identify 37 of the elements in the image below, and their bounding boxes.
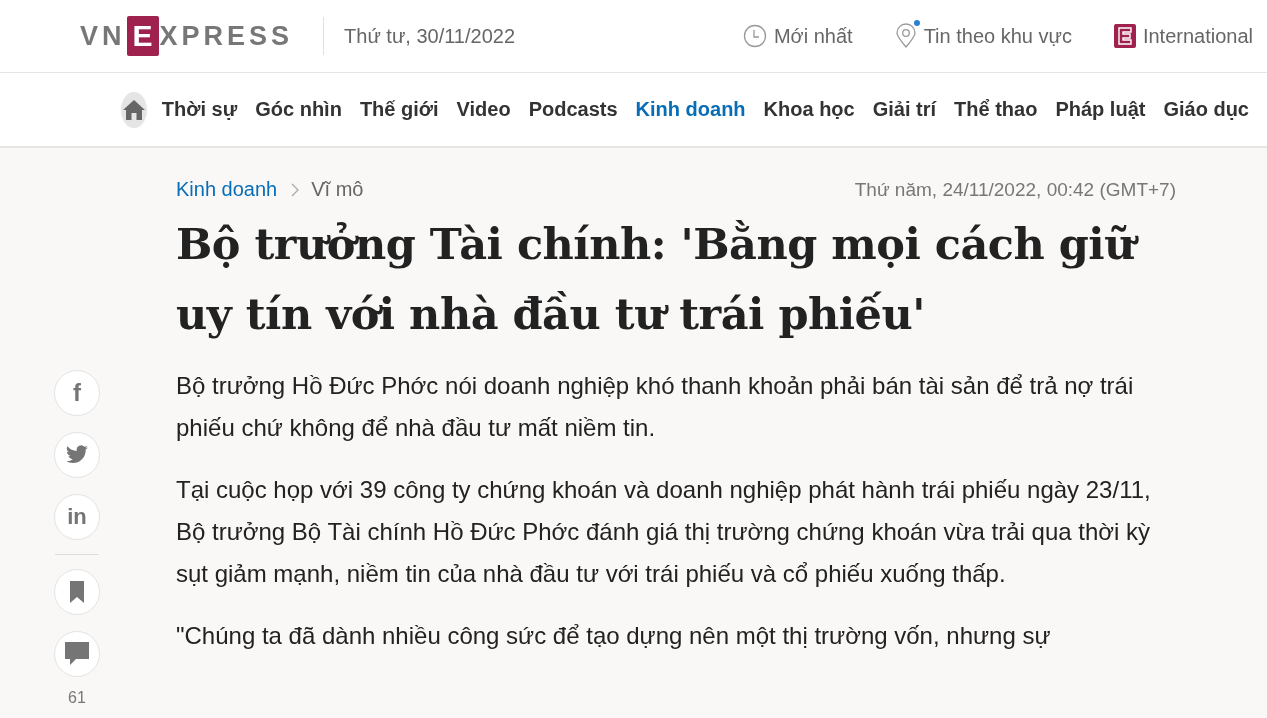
header-link[interactable]: International xyxy=(1109,18,1257,54)
brand-icon xyxy=(1113,24,1136,48)
bookmark-button[interactable] xyxy=(54,569,100,615)
nav-item[interactable]: Podcasts xyxy=(528,98,618,121)
clock-icon xyxy=(742,24,767,48)
bird-icon xyxy=(65,445,89,465)
header-link[interactable]: Mới nhất xyxy=(738,18,857,54)
nav-item[interactable]: Giải trí xyxy=(872,98,937,121)
location-pin-icon xyxy=(894,23,917,49)
linkedin-share-button[interactable]: in xyxy=(54,494,100,540)
home-icon[interactable] xyxy=(121,91,147,128)
article-title: Bộ trưởng Tài chính: 'Bằng mọi cách giữ uy tín với nhà đầu tư trái phiếu' xyxy=(176,209,1166,349)
twitter-share-button[interactable] xyxy=(54,432,100,478)
facebook-share-button[interactable]: f xyxy=(54,370,100,416)
nav-item[interactable]: Thế giới xyxy=(359,98,439,121)
nav-item[interactable]: Video xyxy=(456,98,511,121)
nav-item[interactable]: Giáo dục xyxy=(1163,98,1249,121)
publish-time: Thứ năm, 24/11/2022, 00:42 (GMT+7) xyxy=(854,178,1176,201)
speech-bubble-icon xyxy=(65,642,89,666)
article-paragraph: "Chúng ta đã dành nhiều công sức để tạo dựng nên một thị trường vốn, nhưng sự xyxy=(176,621,1052,651)
current-date: Thứ tư, 30/11/2022 xyxy=(344,24,516,48)
breadcrumb-link[interactable]: Kinh doanh xyxy=(176,178,278,201)
nav-item[interactable]: Thể thao xyxy=(954,98,1038,121)
comment-count: 61 xyxy=(68,689,86,707)
logo[interactable]: VN E XPRESS xyxy=(80,16,294,56)
header-link[interactable]: Tin theo khu vực xyxy=(890,17,1076,55)
comment-button[interactable] xyxy=(54,631,100,677)
bookmark-icon xyxy=(70,581,84,603)
breadcrumb-link[interactable]: Vĩ mô xyxy=(311,178,364,201)
nav-item[interactable]: Kinh doanh xyxy=(635,98,746,121)
nav-item[interactable]: Góc nhìn xyxy=(255,98,342,121)
nav-item[interactable]: Khoa học xyxy=(763,98,855,121)
article-lead: Bộ trưởng Hồ Đức Phớc nói doanh nghiệp khó thanh khoản phải bán tài sản để trả nợ trái phiếu chứ không để nhà đầu tư mất niềm tin. xyxy=(176,371,1135,443)
nav-item[interactable]: Pháp luật xyxy=(1055,98,1146,121)
nav-item[interactable]: Thời sự xyxy=(161,98,238,121)
article-paragraph: Tại cuộc họp với 39 công ty chứng khoán và doanh nghiệp phát hành trái phiếu ngày 23/11, Bộ trưởng Bộ Tài chính Hồ Đức Phớc đánh giá thị trường chứng khoán vừa trải qua thời kỳ sụt giảm mạnh, niềm tin của nhà đầu tư với trái phiếu và cổ phiếu xuống thấp. xyxy=(176,475,1152,589)
chevron-icon xyxy=(291,182,300,197)
